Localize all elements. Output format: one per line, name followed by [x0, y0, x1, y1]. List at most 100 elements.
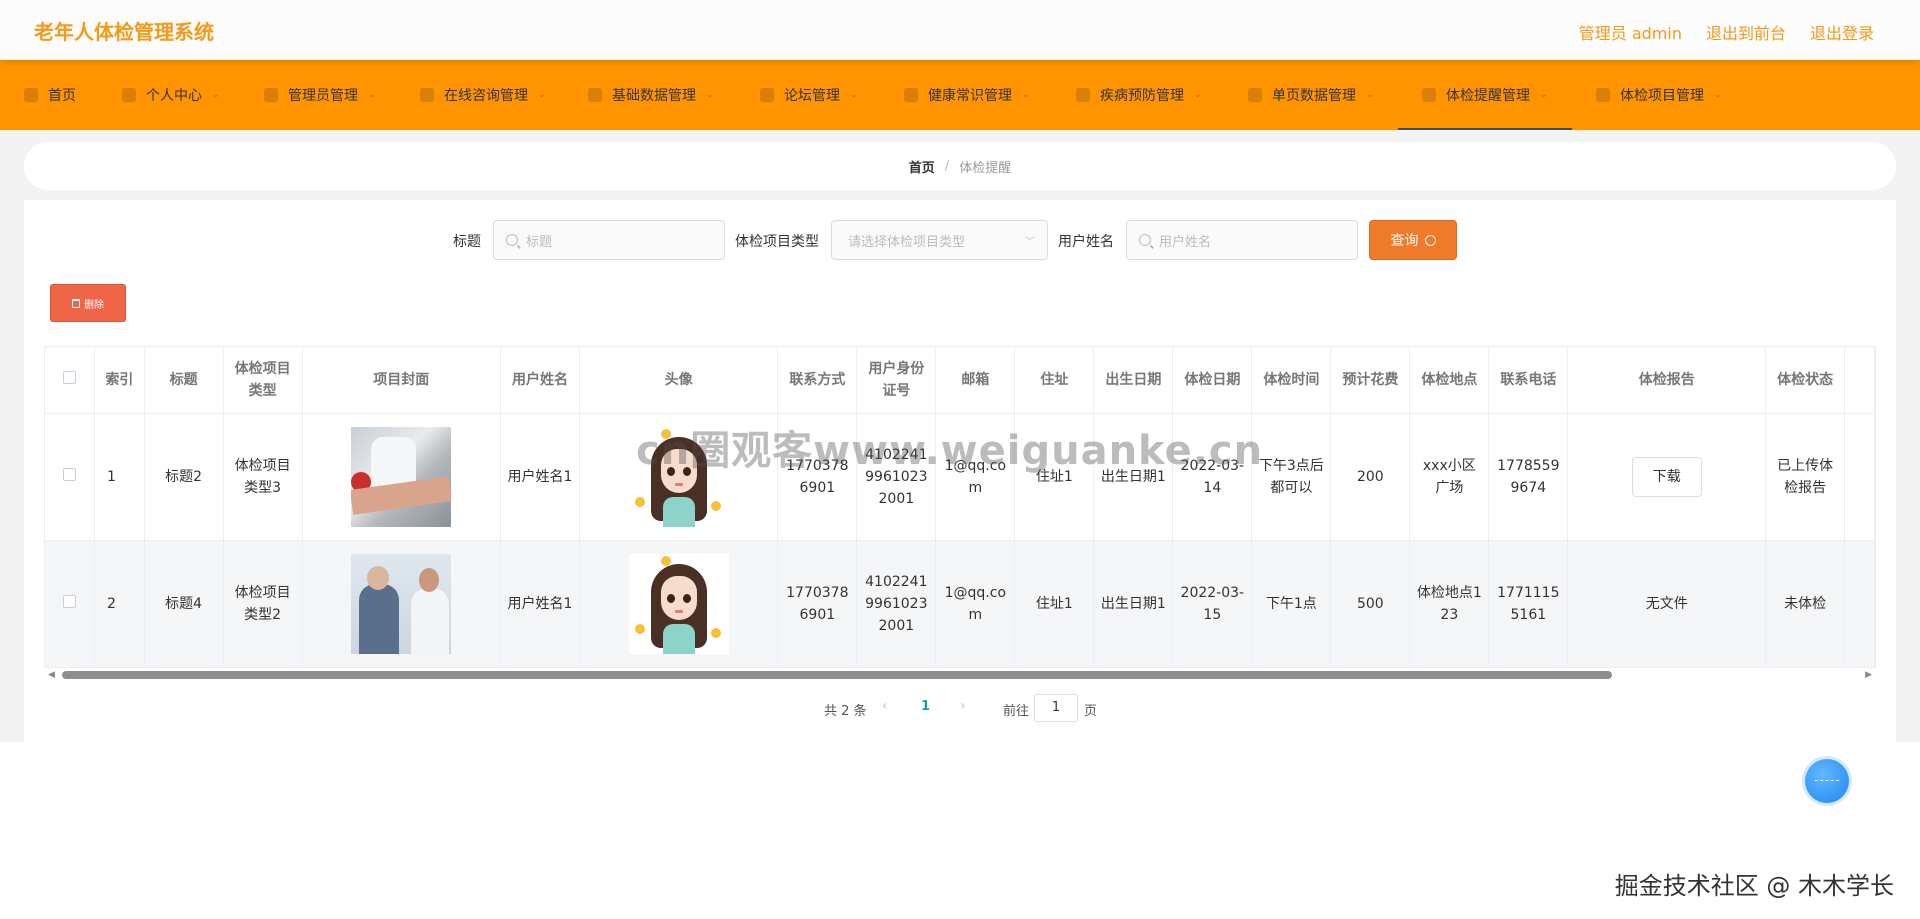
title-placeholder: 标题	[526, 234, 553, 250]
avatar-detail	[660, 555, 671, 566]
column-header[interactable]: 头像	[579, 347, 779, 414]
nav-item-health[interactable]: 健康常识管理 ⌄	[882, 60, 1054, 130]
scroll-left-icon[interactable]: ◀	[48, 670, 55, 680]
page-number-current[interactable]: 1	[921, 699, 930, 714]
column-header[interactable]: 联系方式	[777, 347, 858, 414]
search-icon	[506, 234, 518, 246]
column-header-extra	[1844, 347, 1875, 414]
nav-label: 健康常识管理	[928, 88, 1012, 104]
cell-username: 用户姓名1	[500, 540, 580, 668]
column-header[interactable]: 住址	[1014, 347, 1095, 414]
cover-detail	[359, 583, 400, 654]
nav-item-admin[interactable]: 管理员管理 ⌄	[242, 60, 398, 130]
nav-item-reminder[interactable]: 体检提醒管理 ⌄	[1398, 60, 1572, 130]
breadcrumb: 首页 / 体检提醒	[24, 142, 1896, 190]
nav-item-singlepage[interactable]: 单页数据管理 ⌄	[1226, 60, 1398, 130]
chevron-down-icon: ⌄	[850, 90, 858, 100]
cell-id-card: 410224199610232001	[856, 540, 937, 668]
cell-address: 住址1	[1014, 540, 1095, 668]
row-checkbox[interactable]	[63, 594, 77, 608]
title-search-input[interactable]: 标题	[493, 220, 725, 260]
column-header[interactable]: 预计花费	[1330, 347, 1411, 414]
data-table: 索引 标题 体检项目类型 项目封面 用户姓名 头像 联系方式 用户身份证号 邮箱…	[44, 346, 1876, 682]
delete-button[interactable]: 删除	[50, 284, 126, 322]
app-title: 老年人体检管理系统	[34, 20, 214, 44]
chevron-down-icon: ﹀	[1025, 237, 1035, 248]
cell-exam-time: 下午3点后都可以	[1251, 413, 1332, 541]
column-header[interactable]: 联系电话	[1488, 347, 1569, 414]
scroll-right-icon[interactable]: ▶	[1865, 670, 1872, 680]
prev-page-icon[interactable]: ‹	[882, 698, 888, 714]
forum-icon	[760, 88, 774, 102]
project-cover-image[interactable]	[351, 426, 452, 527]
chevron-down-icon: ⌄	[1366, 90, 1374, 100]
nav-label: 基础数据管理	[612, 88, 696, 104]
chevron-down-icon: ⌄	[212, 90, 220, 100]
table: 索引 标题 体检项目类型 项目封面 用户姓名 头像 联系方式 用户身份证号 邮箱…	[45, 347, 1875, 668]
column-header[interactable]: 体检地点	[1409, 347, 1490, 414]
avatar-detail	[682, 593, 691, 603]
column-header[interactable]: 体检日期	[1172, 347, 1253, 414]
delete-label: 删除	[84, 299, 104, 311]
avatar[interactable]	[628, 553, 729, 654]
column-header[interactable]: 用户身份证号	[856, 347, 937, 414]
mail-icon	[1422, 88, 1436, 102]
row-checkbox[interactable]	[63, 467, 77, 481]
watermark-middle: cn圈观客www.weiguanke.cn	[636, 428, 1264, 474]
nav-item-forum[interactable]: 论坛管理 ⌄	[738, 60, 882, 130]
query-button[interactable]: 查询	[1369, 220, 1457, 260]
column-header[interactable]: 体检报告	[1567, 347, 1767, 414]
goto-label: 前往	[1003, 704, 1030, 719]
username-search-input[interactable]: 用户姓名	[1126, 220, 1358, 260]
chevron-down-icon: ⌄	[1540, 90, 1548, 100]
select-all-checkbox[interactable]	[63, 370, 77, 384]
scrollbar-thumb[interactable]	[62, 671, 1612, 679]
goto-page-input[interactable]: 1	[1034, 694, 1078, 722]
column-header[interactable]: 用户姓名	[500, 347, 580, 414]
breadcrumb-current: 体检提醒	[959, 160, 1012, 176]
nav-label: 体检项目管理	[1620, 88, 1704, 104]
nav-item-consult[interactable]: 在线咨询管理 ⌄	[398, 60, 566, 130]
home-icon	[24, 88, 38, 102]
avatar-detail	[634, 496, 645, 507]
logout-link[interactable]: 退出登录	[1810, 20, 1874, 44]
nav-item-basic-data[interactable]: 基础数据管理 ⌄	[566, 60, 738, 130]
column-header[interactable]: 体检状态	[1765, 347, 1846, 414]
avatar-detail	[710, 627, 721, 638]
admin-link[interactable]: 管理员 admin	[1579, 20, 1682, 44]
chevron-down-icon: ⌄	[368, 90, 376, 100]
cell-index: 1	[94, 413, 145, 541]
nav-item-personal[interactable]: 个人中心 ⌄	[100, 60, 242, 130]
page-icon	[1248, 88, 1262, 102]
column-header[interactable]: 项目封面	[302, 347, 501, 414]
cell-report: 下载	[1567, 413, 1767, 541]
download-button[interactable]: 下载	[1631, 456, 1702, 497]
cell-type: 体检项目类型2	[223, 540, 303, 668]
cell-status: 未体检	[1765, 540, 1846, 668]
column-header[interactable]: 邮箱	[935, 347, 1016, 414]
breadcrumb-home[interactable]: 首页	[909, 157, 935, 176]
nav-item-home[interactable]: 首页	[0, 60, 100, 130]
column-header[interactable]: 出生日期	[1093, 347, 1174, 414]
cell-cost: 200	[1330, 413, 1411, 541]
column-header[interactable]: 体检项目类型	[223, 347, 303, 414]
cell-location: xxx小区广场	[1409, 413, 1490, 541]
nav-item-project[interactable]: 体检项目管理 ⌄	[1572, 60, 1744, 130]
column-header[interactable]: 标题	[144, 347, 224, 414]
back-to-frontend-link[interactable]: 退出到前台	[1706, 20, 1786, 44]
type-select[interactable]: 请选择体检项目类型 ﹀	[831, 220, 1048, 260]
column-header[interactable]: 索引	[94, 347, 145, 414]
project-cover-image[interactable]	[351, 553, 452, 654]
horizontal-scrollbar[interactable]: ◀ ▶	[44, 668, 1876, 682]
table-row[interactable]: 2 标题4 体检项目类型2 用户姓名1 17703786901 41022419…	[45, 540, 1875, 668]
query-label: 查询	[1390, 233, 1419, 249]
avatar-detail	[674, 609, 683, 613]
top-header: 老年人体检管理系统 管理员 admin 退出到前台 退出登录	[0, 0, 1920, 60]
column-header[interactable]: 体检时间	[1251, 347, 1332, 414]
cell-cost: 500	[1330, 540, 1411, 668]
nav-label: 体检提醒管理	[1446, 88, 1530, 104]
next-page-icon[interactable]: ›	[960, 698, 966, 714]
floating-assistant-button[interactable]	[1805, 759, 1849, 803]
cell-index: 2	[94, 540, 145, 668]
nav-item-prevention[interactable]: 疾病预防管理 ⌄	[1054, 60, 1226, 130]
